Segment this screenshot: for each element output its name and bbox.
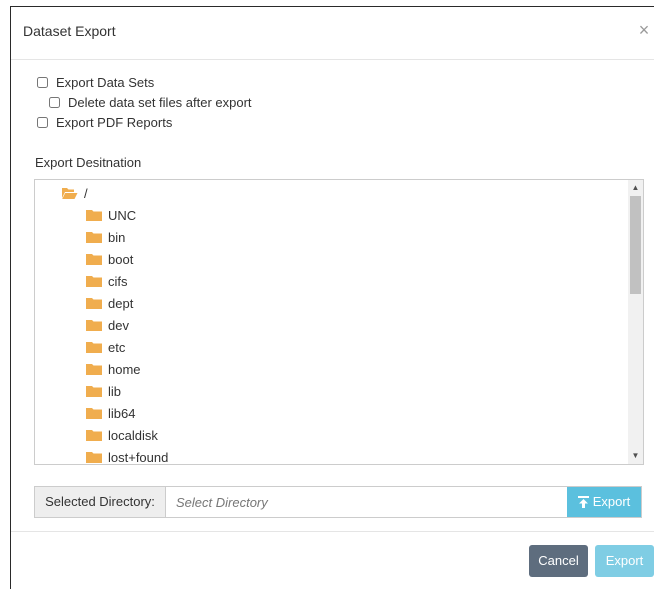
export-data-sets-checkbox[interactable] [37, 77, 48, 88]
folder-label: dev [108, 317, 129, 333]
tree-root-label: / [84, 185, 88, 201]
close-icon[interactable]: × [636, 21, 652, 39]
folder-item[interactable]: cifs [86, 271, 128, 291]
folder-label: etc [108, 339, 126, 355]
folder-icon [86, 320, 102, 331]
folder-item[interactable]: etc [86, 337, 125, 357]
folder-icon [86, 276, 102, 287]
dialog-title: Dataset Export [23, 23, 116, 39]
scroll-down-icon[interactable]: ▼ [628, 448, 643, 464]
dialog-footer [11, 531, 654, 532]
folder-icon [86, 386, 102, 397]
delete-files-option[interactable]: Delete data set files after export [49, 95, 252, 110]
folder-icon [86, 210, 102, 221]
tree-scrollbar[interactable]: ▲ ▼ [628, 180, 643, 464]
folder-icon [86, 342, 102, 353]
folder-icon [86, 430, 102, 441]
delete-files-label: Delete data set files after export [68, 95, 252, 110]
folder-label: lib64 [108, 405, 136, 421]
folder-label: home [108, 361, 141, 377]
export-data-sets-option[interactable]: Export Data Sets [37, 75, 154, 90]
folder-item[interactable]: home [86, 359, 141, 379]
folder-icon [86, 254, 102, 265]
export-pdf-label: Export PDF Reports [56, 115, 173, 130]
selected-directory-input[interactable] [166, 487, 567, 517]
folder-label: lost+found [108, 449, 169, 465]
folder-item[interactable]: dept [86, 293, 133, 313]
folder-item[interactable]: lost+found [86, 447, 169, 465]
folder-icon [86, 298, 102, 309]
directory-export-label: Export [592, 494, 631, 509]
cancel-button[interactable]: Cancel [529, 545, 588, 577]
folder-label: boot [108, 251, 134, 267]
selected-directory-label: Selected Directory: [35, 487, 166, 517]
folder-open-icon [62, 187, 78, 199]
selected-directory-group: Selected Directory: Export [34, 486, 642, 518]
folder-icon [86, 364, 102, 375]
tree-root[interactable]: / [61, 183, 88, 203]
folder-item[interactable]: localdisk [86, 425, 158, 445]
directory-tree[interactable]: / UNC bin boot cifs dept dev etc home lib lib64 lo… [34, 179, 644, 465]
folder-label: bin [108, 229, 126, 245]
export-destination-label: Export Desitnation [35, 155, 142, 170]
folder-item[interactable]: dev [86, 315, 129, 335]
directory-export-button[interactable]: Export [567, 487, 641, 517]
folder-label: dept [108, 295, 134, 311]
upload-icon [577, 496, 589, 508]
folder-icon [86, 452, 102, 463]
folder-item[interactable]: boot [86, 249, 133, 269]
folder-label: cifs [108, 273, 128, 289]
folder-icon [86, 408, 102, 419]
scroll-up-icon[interactable]: ▲ [628, 180, 643, 196]
folder-item[interactable]: lib64 [86, 403, 135, 423]
dataset-export-dialog: Dataset Export × Export Data Sets Delete… [10, 6, 654, 589]
folder-icon [86, 232, 102, 243]
scrollbar-thumb[interactable] [630, 196, 641, 294]
folder-label: localdisk [108, 427, 158, 443]
dialog-header: Dataset Export × [11, 7, 654, 60]
folder-item[interactable]: lib [86, 381, 121, 401]
folder-label: lib [108, 383, 122, 399]
export-data-sets-label: Export Data Sets [56, 75, 155, 90]
folder-item[interactable]: UNC [86, 205, 136, 225]
export-pdf-checkbox[interactable] [37, 117, 48, 128]
export-button[interactable]: Export [595, 545, 654, 577]
folder-item[interactable]: bin [86, 227, 125, 247]
folder-label: UNC [108, 207, 137, 223]
export-pdf-option[interactable]: Export PDF Reports [37, 115, 172, 130]
delete-files-checkbox[interactable] [49, 97, 60, 108]
